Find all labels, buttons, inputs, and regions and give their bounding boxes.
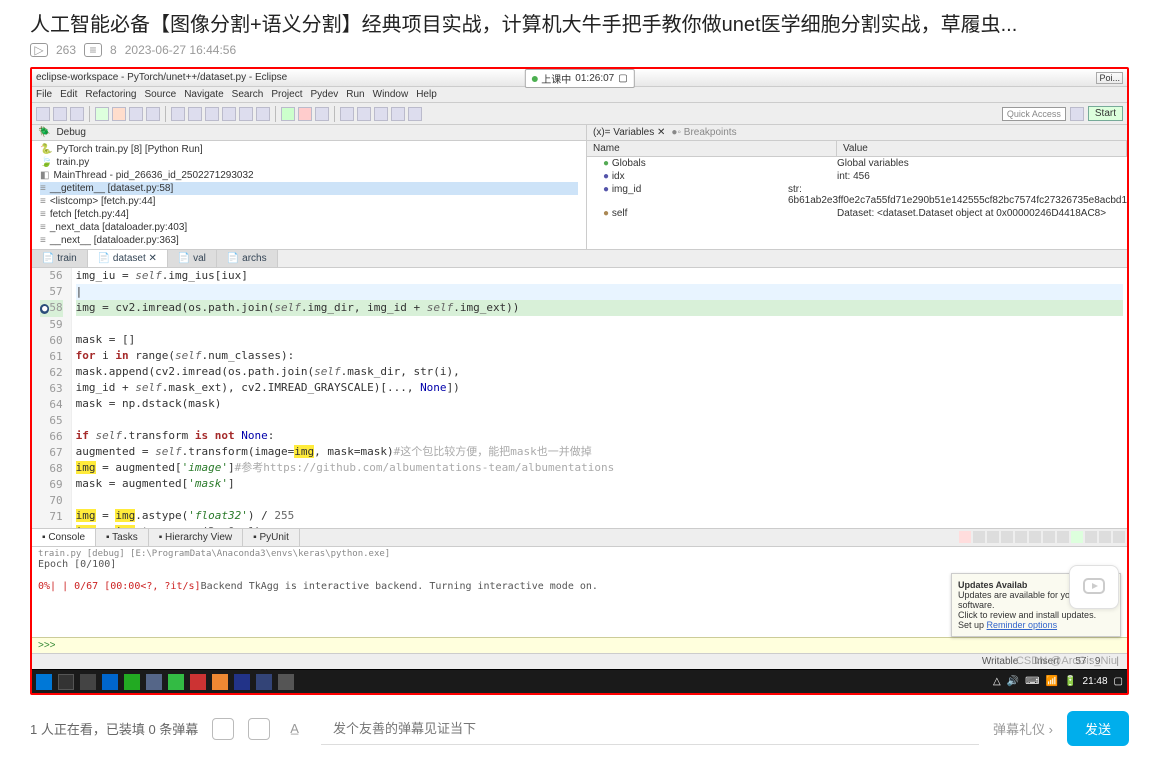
stack-frame[interactable]: ≡_next_data [dataloader.py:403] [40, 221, 578, 234]
menu-edit[interactable]: Edit [60, 89, 77, 100]
system-tray[interactable]: △🔊⌨📶🔋 21:48 ▢ [993, 676, 1123, 687]
console-tab-pyunit[interactable]: ▪ PyUnit [243, 529, 300, 546]
variable-row[interactable]: ● GlobalsGlobal variables [587, 157, 1127, 170]
debug-view-title: Debug [56, 127, 85, 138]
menu-bar[interactable]: File Edit Refactoring Source Navigate Search P… [32, 87, 1127, 103]
metabar: ▷ 263 ≡ 8 2023-06-27 16:44:56 [0, 43, 1159, 67]
play-count: 263 [56, 43, 76, 57]
console-tab-hierarchy-view[interactable]: ▪ Hierarchy View [149, 529, 243, 546]
menu-pydev[interactable]: Pydev [310, 89, 338, 100]
quick-access[interactable]: Quick Access [1002, 107, 1066, 121]
start-icon[interactable] [36, 674, 52, 690]
eclipse-ide: eclipse-workspace - PyTorch/unet++/datas… [32, 69, 1127, 693]
stack-frame[interactable]: ≡<listcomp> [fetch.py:44] [40, 195, 578, 208]
editor-tab-val[interactable]: 📄 val [168, 250, 217, 267]
stack-frame[interactable]: ◧MainThread - pid_26636_id_2502271293032 [40, 169, 578, 182]
menu-source[interactable]: Source [145, 89, 177, 100]
variable-row[interactable]: ● selfDataset: <dataset.Dataset object a… [587, 207, 1127, 220]
menu-search[interactable]: Search [232, 89, 264, 100]
stack-frame[interactable]: ≡__next__ [dataloader.py:363] [40, 234, 578, 247]
page-title: 人工智能必备【图像分割+语义分割】经典项目实战，计算机大牛手把手教你做unet医… [0, 0, 1159, 43]
variable-row[interactable]: ● idxint: 456 [587, 170, 1127, 183]
status-bar: Writable Insert 57 : 9 | [32, 653, 1127, 669]
debug-icon: 🪲 [38, 127, 50, 138]
stack-frame[interactable]: ≡__getitem__ [dataset.py:58] [40, 182, 578, 195]
menu-help[interactable]: Help [416, 89, 437, 100]
danmu-count: 8 [110, 43, 117, 57]
menu-navigate[interactable]: Navigate [184, 89, 223, 100]
editor-tabs[interactable]: 📄 train📄 dataset ✕📄 val📄 archs [32, 250, 1127, 268]
col-value: Value [837, 141, 1127, 156]
menu-window[interactable]: Window [373, 89, 409, 100]
video-player[interactable]: 上课中 01:26:07 ▢ eclipse-workspace - PyTor… [30, 67, 1129, 695]
editor-tab-archs[interactable]: 📄 archs [217, 250, 278, 267]
start-button[interactable]: Start [1088, 106, 1123, 121]
menu-project[interactable]: Project [271, 89, 302, 100]
menu-run[interactable]: Run [346, 89, 364, 100]
windows-taskbar[interactable]: △🔊⌨📶🔋 21:48 ▢ [32, 669, 1127, 693]
console-tab-tasks[interactable]: ▪ Tasks [96, 529, 149, 546]
font-icon[interactable]: A̲ [290, 721, 299, 736]
stack-frame[interactable]: 🐍PyTorch train.py [8] [Python Run] [40, 143, 578, 156]
variable-row[interactable]: ● img_idstr: 6b61ab2e3ff0e2c7a55fd71e290… [587, 183, 1127, 207]
stack-frame[interactable]: 🍃train.py [40, 156, 578, 169]
play-count-icon: ▷ [30, 43, 48, 57]
menu-file[interactable]: File [36, 89, 52, 100]
danmu-count-icon: ≡ [84, 43, 102, 57]
console-tab-console[interactable]: ▪ Console [32, 529, 96, 546]
reminder-link[interactable]: Reminder options [987, 620, 1058, 630]
code-editor[interactable]: 5657●5859606162636465666768697071727374 … [32, 268, 1127, 528]
stack-frame[interactable]: ≡fetch [fetch.py:44] [40, 208, 578, 221]
perspective-icon[interactable] [1070, 107, 1084, 121]
python-prompt[interactable]: >>> [32, 637, 1127, 653]
publish-time: 2023-06-27 16:44:56 [125, 43, 236, 57]
variables-tab[interactable]: (x)= Variables ✕ [593, 127, 665, 138]
toolbar[interactable]: Quick Access Start [32, 103, 1127, 125]
console-toolbar[interactable] [957, 529, 1127, 546]
danmu-bar: 1 人正在看，已装填 0 条弹幕 A̲ 弹幕礼仪 › 发送 [0, 695, 1159, 754]
perspective-label: Poi... [1096, 72, 1123, 84]
watching-count: 1 人正在看，已装填 0 条弹幕 [30, 719, 198, 738]
col-name: Name [587, 141, 837, 156]
pip-play-icon[interactable] [1069, 565, 1119, 609]
editor-tab-train[interactable]: 📄 train [32, 250, 88, 267]
editor-tab-dataset[interactable]: 📄 dataset ✕ [88, 250, 168, 267]
menu-refactoring[interactable]: Refactoring [85, 89, 136, 100]
watermark: CSDN @ArcGis_Niu [1016, 655, 1117, 667]
danmu-input[interactable] [321, 713, 979, 745]
recording-timer: 上课中 01:26:07 ▢ [524, 69, 634, 88]
task-view-icon[interactable] [58, 674, 74, 690]
console-tabs[interactable]: ▪ Console▪ Tasks▪ Hierarchy View▪ PyUnit [32, 528, 1127, 547]
debug-tree[interactable]: 🐍PyTorch train.py [8] [Python Run]🍃train… [32, 141, 586, 249]
send-button[interactable]: 发送 [1067, 711, 1129, 746]
danmu-settings-icon[interactable] [248, 718, 270, 740]
danmu-toggle-icon[interactable] [212, 718, 234, 740]
breakpoints-tab[interactable]: Breakpoints [684, 127, 737, 138]
danmu-etiquette[interactable]: 弹幕礼仪 › [993, 719, 1053, 738]
